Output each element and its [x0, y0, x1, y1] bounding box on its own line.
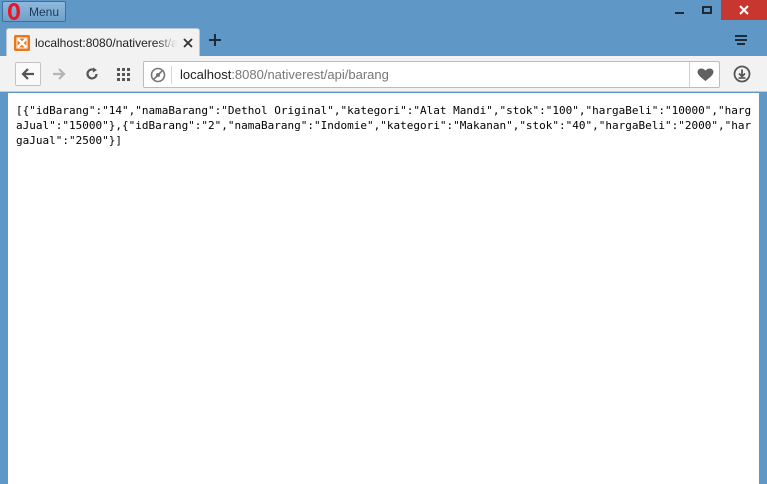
tab-active[interactable]: localhost:8080/nativerest/api/barang [6, 28, 200, 56]
forward-arrow-icon [53, 68, 66, 80]
tab-strip: localhost:8080/nativerest/api/barang [0, 24, 767, 56]
address-divider [171, 66, 172, 84]
forward-button[interactable] [46, 62, 72, 86]
opera-logo-icon [7, 2, 21, 21]
speed-dial-button[interactable] [110, 62, 136, 86]
close-icon [739, 5, 749, 15]
address-bar[interactable]: localhost:8080/nativerest/api/barang [143, 61, 720, 88]
tab-title: localhost:8080/nativerest/api/barang [35, 36, 177, 50]
url-path: :8080/nativerest/api/barang [231, 67, 389, 82]
download-icon [733, 65, 751, 83]
hamburger-icon [735, 35, 747, 45]
close-window-button[interactable] [721, 0, 767, 20]
back-arrow-icon [21, 68, 34, 80]
heart-icon [697, 68, 713, 81]
url-host: localhost [180, 67, 232, 82]
maximize-button[interactable] [692, 0, 722, 20]
back-button[interactable] [15, 62, 41, 86]
plus-icon [209, 34, 221, 46]
minimize-button[interactable] [664, 0, 694, 20]
window-frame-right [759, 92, 767, 484]
reload-icon [86, 67, 98, 80]
site-info-icon[interactable] [150, 67, 166, 83]
menu-label: Menu [29, 5, 60, 19]
grid-icon [116, 67, 130, 81]
downloads-button[interactable] [729, 62, 755, 86]
reload-button[interactable] [79, 62, 105, 86]
xampp-icon [14, 35, 30, 51]
navigation-toolbar: localhost:8080/nativerest/api/barang [0, 56, 767, 92]
bookmark-button[interactable] [689, 62, 720, 87]
tab-close-icon[interactable] [181, 35, 195, 49]
maximize-icon [702, 6, 712, 14]
page-content: [{"idBarang":"14","namaBarang":"Dethol O… [8, 93, 759, 484]
minimize-icon [674, 12, 684, 14]
window-frame-left [0, 92, 8, 484]
url-text[interactable]: localhost:8080/nativerest/api/barang [180, 67, 389, 82]
opera-menu-button[interactable]: Menu [2, 1, 66, 22]
title-bar: Menu [0, 0, 767, 24]
tab-menu-button[interactable] [732, 32, 750, 48]
json-response-text: [{"idBarang":"14","namaBarang":"Dethol O… [16, 104, 752, 147]
new-tab-button[interactable] [205, 30, 225, 50]
